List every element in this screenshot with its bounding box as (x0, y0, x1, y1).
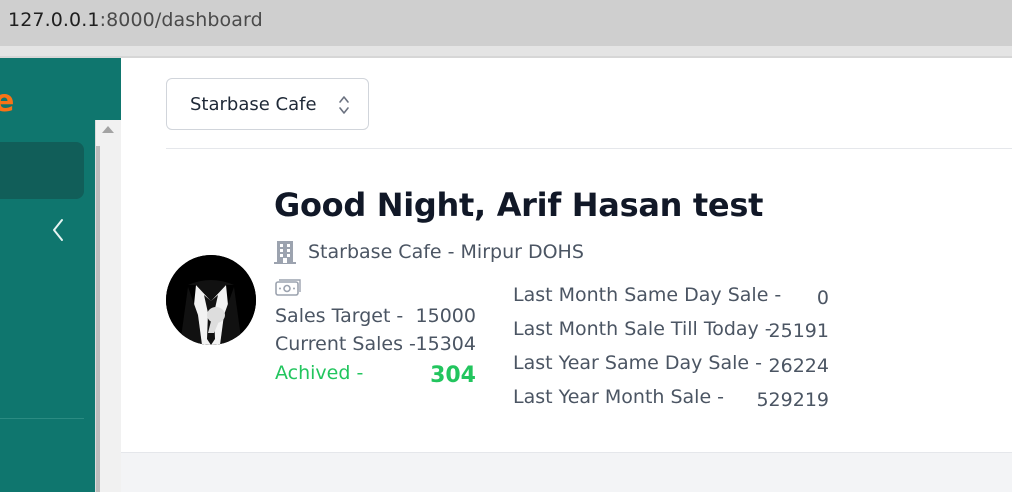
sales-target-label: Sales Target - (275, 305, 404, 327)
store-location: Starbase Cafe - Mirpur DOHS (274, 240, 584, 264)
last-month-same-day-label: Last Month Same Day Sale - (513, 284, 782, 306)
current-sales-value: 15304 (415, 333, 476, 355)
store-select-value: Starbase Cafe (190, 93, 317, 115)
last-month-till-today-value: 25191 (768, 320, 829, 342)
scroll-up-arrow-icon[interactable] (102, 126, 114, 133)
achieved-label: Achived - (275, 362, 364, 384)
url-host: 127.0.0.1 (8, 9, 100, 31)
achieved-value: 304 (430, 363, 476, 388)
avatar (166, 255, 256, 345)
sidebar-divider (0, 418, 84, 419)
chevron-up-down-icon (339, 96, 349, 114)
browser-toolbar-gap (0, 46, 1012, 56)
current-sales-label: Current Sales - (275, 333, 416, 355)
last-year-month-label: Last Year Month Sale - (513, 386, 725, 408)
url-path: :8000/dashboard (99, 9, 263, 31)
sidebar-active-item[interactable] (0, 142, 84, 199)
chevron-left-icon (53, 219, 63, 241)
avatar-image (166, 255, 256, 345)
page-title: Good Night, Arif Hasan test (274, 186, 764, 224)
last-month-till-today-label: Last Month Sale Till Today - (513, 318, 772, 340)
browser-address-bar[interactable]: 127.0.0.1:8000/dashboard (0, 0, 1012, 46)
sales-target-value: 15000 (415, 305, 476, 327)
header-divider (166, 148, 1012, 149)
scrollbar-thumb[interactable] (96, 146, 100, 492)
sidebar-collapse-button[interactable] (46, 214, 70, 246)
store-location-text: Starbase Cafe - Mirpur DOHS (308, 241, 584, 263)
last-year-same-day-label: Last Year Same Day Sale - (513, 352, 762, 374)
building-icon (274, 241, 296, 264)
store-select[interactable]: Starbase Cafe (166, 78, 369, 130)
brand-logo-text: e (0, 84, 15, 119)
url-text[interactable]: 127.0.0.1:8000/dashboard (8, 9, 263, 31)
main-content: Starbase Cafe Good Night, Arif Hasan tes… (121, 58, 1012, 452)
last-month-same-day-value: 0 (816, 287, 829, 309)
content-footer-area (121, 452, 1012, 492)
sidebar-scrollbar[interactable] (95, 120, 121, 492)
last-year-month-value: 529219 (756, 389, 829, 411)
last-year-same-day-value: 26224 (768, 355, 829, 377)
banknote-icon (275, 279, 301, 296)
